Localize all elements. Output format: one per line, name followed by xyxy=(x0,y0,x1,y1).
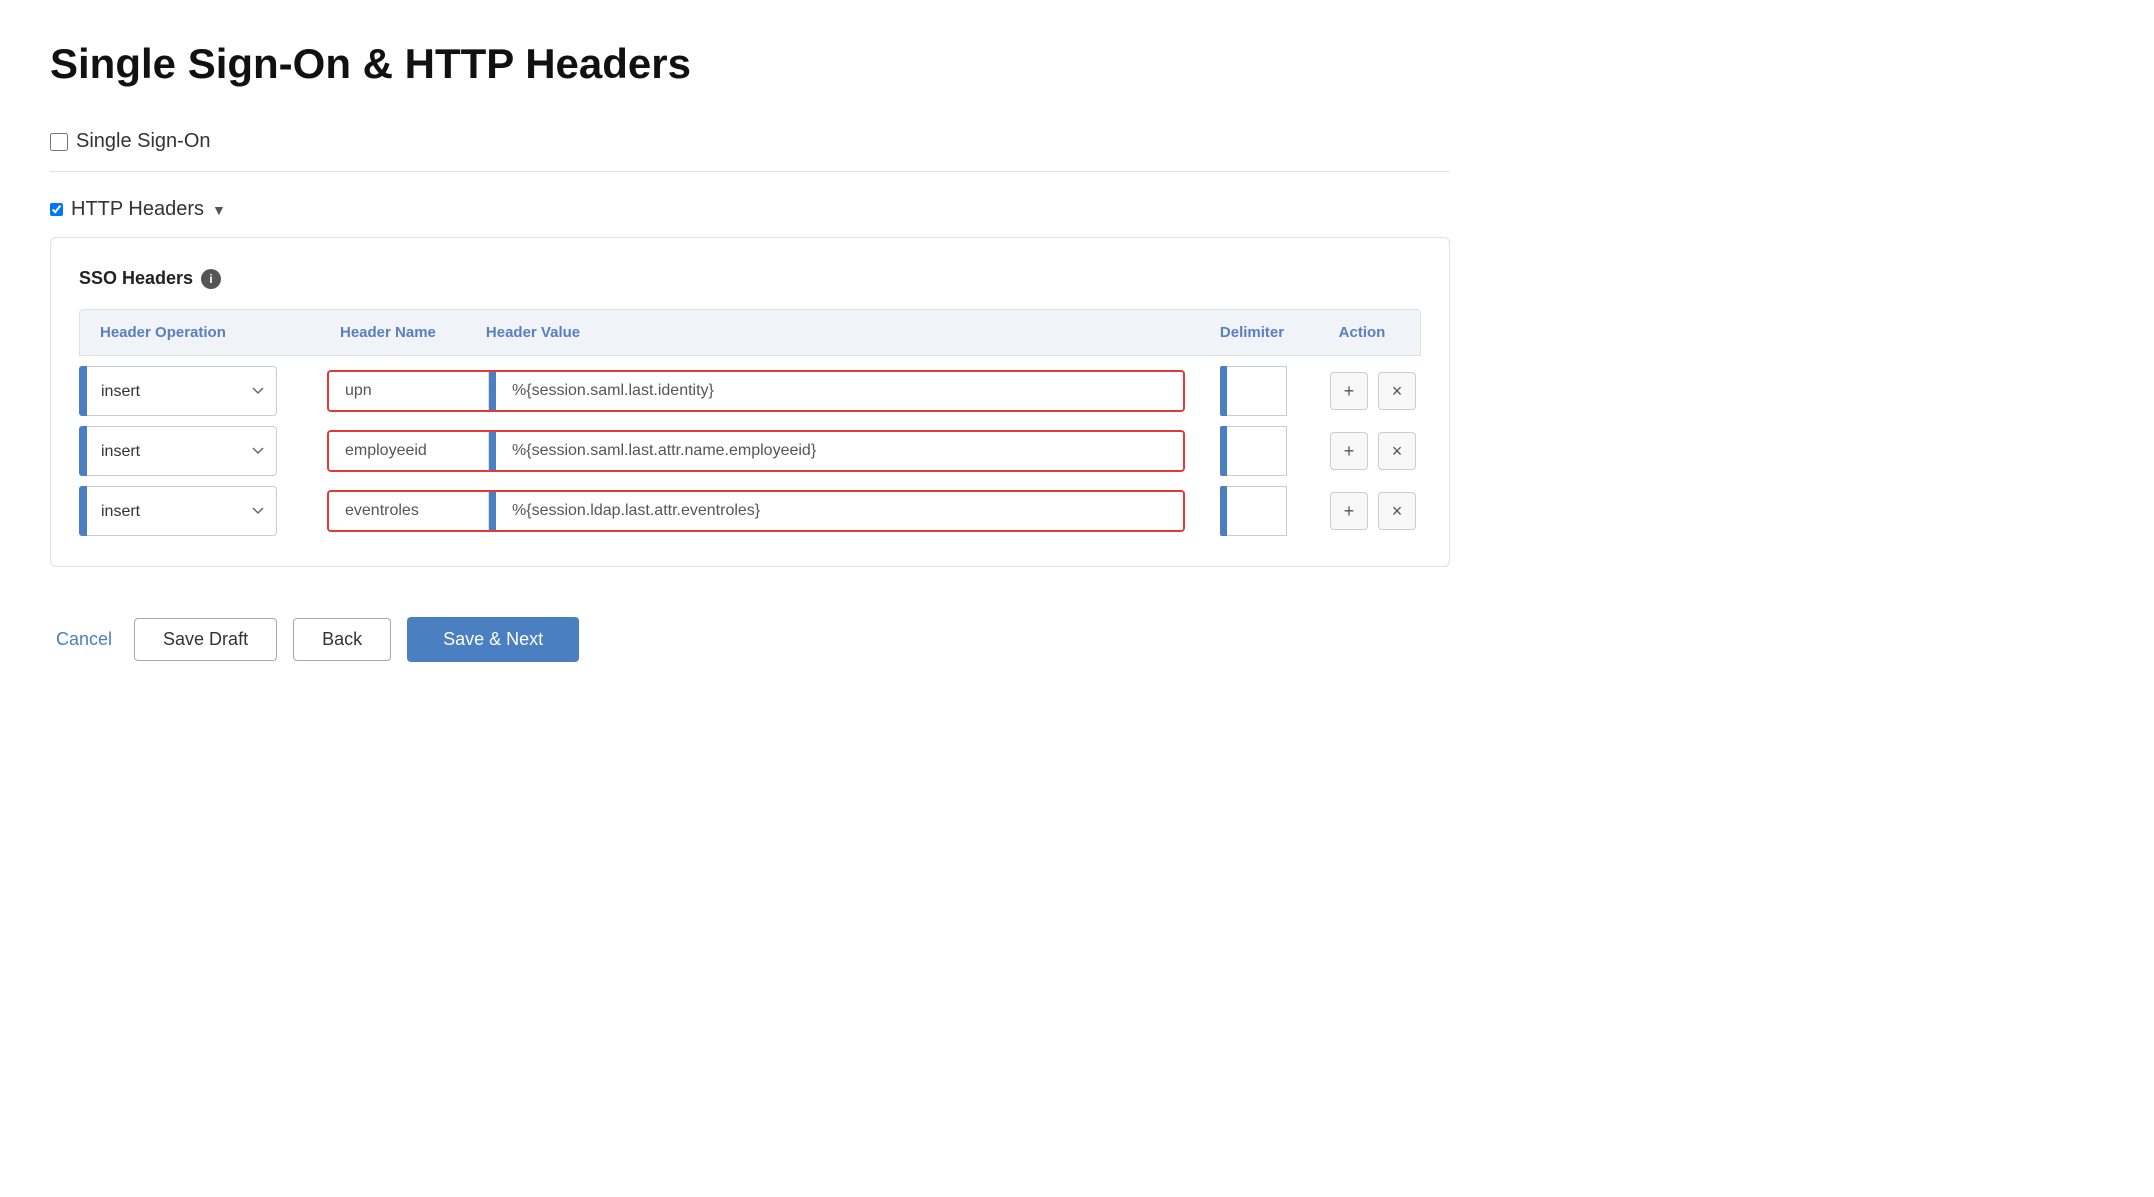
sso-section-row: Single Sign-On xyxy=(50,112,1450,172)
col-header-delimiter: Delimiter xyxy=(1192,320,1312,345)
nameval-col-1 xyxy=(327,370,1185,412)
col-header-name: Header Name xyxy=(340,324,436,341)
col-header-name-value: Header Name Header Value xyxy=(328,320,1192,345)
col-header-operation: Header Operation xyxy=(88,320,328,345)
delimiter-input-3[interactable] xyxy=(1227,486,1287,536)
nameval-col-2 xyxy=(327,430,1185,472)
col-header-value: Header Value xyxy=(486,324,580,341)
sso-headers-title-text: SSO Headers xyxy=(79,268,193,289)
name-value-wrapper-2 xyxy=(327,430,1185,472)
delimiter-blue-bar-icon xyxy=(1220,366,1227,416)
name-value-wrapper-1 xyxy=(327,370,1185,412)
table-row: insert replace delete remove xyxy=(79,486,1421,536)
delimiter-blue-bar-icon xyxy=(1220,426,1227,476)
operation-col-3: insert replace delete remove xyxy=(79,486,319,536)
sso-label[interactable]: Single Sign-On xyxy=(50,130,211,153)
delimiter-col-3 xyxy=(1193,486,1313,536)
blue-divider-icon xyxy=(489,432,496,470)
operation-wrapper-1: insert replace delete remove xyxy=(79,366,319,416)
table-header: Header Operation Header Name Header Valu… xyxy=(79,309,1421,356)
delimiter-blue-bar-icon xyxy=(1220,486,1227,536)
table-row: insert replace delete remove xyxy=(79,426,1421,476)
operation-wrapper-2: insert replace delete remove xyxy=(79,426,319,476)
blue-bar-icon xyxy=(79,426,87,476)
operation-select-2[interactable]: insert replace delete remove xyxy=(87,426,277,476)
operation-select-3[interactable]: insert replace delete remove xyxy=(87,486,277,536)
nameval-col-3 xyxy=(327,490,1185,532)
back-button[interactable]: Back xyxy=(293,618,391,661)
delimiter-col-2 xyxy=(1193,426,1313,476)
sso-headers-container: SSO Headers i Header Operation Header Na… xyxy=(50,237,1450,567)
save-draft-button[interactable]: Save Draft xyxy=(134,618,277,661)
remove-row-button-3[interactable]: × xyxy=(1378,492,1416,530)
blue-divider-icon xyxy=(489,372,496,410)
blue-divider-icon xyxy=(489,492,496,530)
header-name-input-3[interactable] xyxy=(329,492,489,530)
operation-wrapper-3: insert replace delete remove xyxy=(79,486,319,536)
http-headers-label[interactable]: HTTP Headers ▼ xyxy=(50,198,226,221)
header-value-input-3[interactable] xyxy=(496,492,1183,530)
delimiter-col-1 xyxy=(1193,366,1313,416)
http-headers-label-text: HTTP Headers xyxy=(71,198,204,221)
sso-checkbox[interactable] xyxy=(50,133,68,151)
header-name-input-2[interactable] xyxy=(329,432,489,470)
page-title: Single Sign-On & HTTP Headers xyxy=(50,40,1450,88)
header-name-input-1[interactable] xyxy=(329,372,489,410)
sso-headers-title: SSO Headers i xyxy=(79,268,1421,289)
save-next-button[interactable]: Save & Next xyxy=(407,617,579,662)
operation-select-1[interactable]: insert replace delete remove xyxy=(87,366,277,416)
table-row: insert replace delete remove xyxy=(79,366,1421,416)
http-headers-checkbox[interactable] xyxy=(50,203,63,216)
add-row-button-1[interactable]: + xyxy=(1330,372,1368,410)
remove-row-button-1[interactable]: × xyxy=(1378,372,1416,410)
blue-bar-icon xyxy=(79,366,87,416)
operation-col-1: insert replace delete remove xyxy=(79,366,319,416)
header-value-input-2[interactable] xyxy=(496,432,1183,470)
sso-label-text: Single Sign-On xyxy=(76,130,211,153)
header-value-input-1[interactable] xyxy=(496,372,1183,410)
delimiter-input-2[interactable] xyxy=(1227,426,1287,476)
operation-col-2: insert replace delete remove xyxy=(79,426,319,476)
action-col-3: + × xyxy=(1321,492,1421,530)
add-row-button-2[interactable]: + xyxy=(1330,432,1368,470)
col-header-action: Action xyxy=(1312,320,1412,345)
name-value-wrapper-3 xyxy=(327,490,1185,532)
add-row-button-3[interactable]: + xyxy=(1330,492,1368,530)
http-headers-row: HTTP Headers ▼ xyxy=(50,180,1450,231)
blue-bar-icon xyxy=(79,486,87,536)
delimiter-input-1[interactable] xyxy=(1227,366,1287,416)
info-icon[interactable]: i xyxy=(201,269,221,289)
chevron-down-icon: ▼ xyxy=(212,202,226,218)
http-headers-section: HTTP Headers ▼ SSO Headers i Header Oper… xyxy=(50,180,1450,567)
cancel-button[interactable]: Cancel xyxy=(50,619,118,660)
footer-buttons: Cancel Save Draft Back Save & Next xyxy=(50,617,1450,662)
delimiter-wrapper-1 xyxy=(1220,366,1287,416)
action-col-1: + × xyxy=(1321,372,1421,410)
delimiter-wrapper-2 xyxy=(1220,426,1287,476)
delimiter-wrapper-3 xyxy=(1220,486,1287,536)
action-col-2: + × xyxy=(1321,432,1421,470)
remove-row-button-2[interactable]: × xyxy=(1378,432,1416,470)
